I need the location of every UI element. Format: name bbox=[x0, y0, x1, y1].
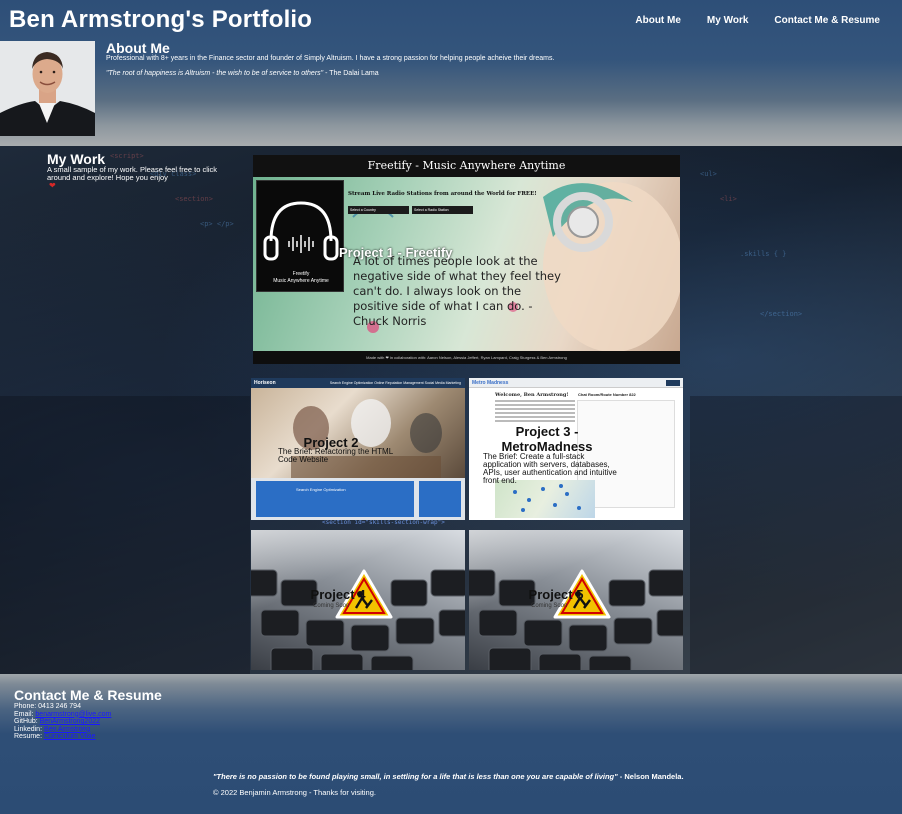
project-5-label: Project 5 bbox=[528, 587, 584, 602]
svg-text:<script>: <script> bbox=[110, 152, 144, 160]
github-link[interactable]: BenArmstrong2022 bbox=[40, 718, 100, 725]
email-label: Email: bbox=[14, 710, 34, 718]
site-title: Ben Armstrong's Portfolio bbox=[9, 6, 313, 33]
nav-my-work[interactable]: My Work bbox=[707, 15, 749, 26]
project-4-card[interactable]: Project 4 Coming Soon bbox=[251, 530, 465, 670]
linkedin-link[interactable]: Ben Armstrong bbox=[44, 726, 90, 733]
metro-madness-nav: Metro Madness bbox=[469, 378, 683, 388]
phone-value: 0413 246 794 bbox=[38, 703, 81, 710]
freetify-panel-text: Freetify Music Anywhere Anytime bbox=[273, 271, 329, 284]
footer-quote: "There is no passion to be found playing… bbox=[213, 772, 684, 781]
welcome-text-block bbox=[495, 400, 575, 424]
email-link[interactable]: benarmstrong@live.com bbox=[35, 711, 111, 718]
freetify-logo-panel: Freetify Music Anywhere Anytime bbox=[256, 180, 344, 292]
horiseon-nav: Horiseon Search Engine Optimization Onlin… bbox=[251, 378, 465, 388]
select-station-dropdown[interactable]: Select a Radio Station bbox=[412, 206, 473, 214]
chuck-norris-quote: A lot of times people look at the negati… bbox=[353, 254, 561, 328]
project-5-brief: Coming Soon bbox=[531, 603, 568, 609]
seo-side-panel bbox=[419, 481, 461, 517]
seo-heading: Search Engine Optimization bbox=[296, 487, 346, 492]
my-work-section: <script> <div class> <section> <p> </p> … bbox=[0, 146, 902, 674]
horiseon-logo: Horiseon bbox=[254, 380, 276, 386]
heart-icon: ❤ bbox=[49, 181, 56, 190]
team-meeting-art bbox=[291, 399, 442, 478]
profile-photo-illustration bbox=[0, 41, 95, 136]
svg-text:<section>: <section> bbox=[175, 195, 213, 203]
svg-text:<section id="skills-section-wr: <section id="skills-section-wrap"> bbox=[322, 519, 445, 526]
github-label: GitHub: bbox=[14, 718, 38, 726]
mandela-quote: "There is no passion to be found playing… bbox=[213, 772, 618, 781]
contact-heading: Contact Me & Resume bbox=[14, 687, 162, 703]
nav-contact-resume[interactable]: Contact Me & Resume bbox=[774, 15, 880, 26]
svg-text:<p> </p>: <p> </p> bbox=[200, 220, 234, 228]
project-3-label: Project 3 - MetroMadness bbox=[501, 424, 593, 454]
logout-button[interactable] bbox=[666, 380, 680, 386]
project-2-brief: The Brief: Refactoring the HTML Code Web… bbox=[278, 447, 393, 464]
welcome-message: Welcome, Ben Armstrong! bbox=[495, 392, 569, 398]
project-1-card[interactable]: Freetify - Music Anywhere Anytime Freeti… bbox=[253, 155, 680, 364]
project-5-card[interactable]: Project 5 Coming Soon bbox=[469, 530, 683, 670]
project-2-card[interactable]: Horiseon Search Engine Optimization Onlin… bbox=[251, 378, 465, 520]
resume-link[interactable]: Curriculum Vitae bbox=[44, 733, 96, 740]
chat-room-title: Chat Room/Route Number 822 bbox=[578, 392, 636, 397]
project-3-brief: The Brief: Create a full-stack applicati… bbox=[483, 452, 617, 485]
contact-phone: Phone: 0413 246 794 bbox=[14, 703, 111, 711]
nav-about-me[interactable]: About Me bbox=[635, 15, 681, 26]
freetify-footer: Made with ❤ in collaboration with: Aaron… bbox=[253, 351, 680, 364]
mandela-author: - Nelson Mandela. bbox=[617, 772, 684, 781]
contact-linkedin: Linkedin: Ben Armstrong bbox=[14, 726, 111, 734]
metro-madness-logo: Metro Madness bbox=[472, 380, 509, 386]
seo-panel: Search Engine Optimization bbox=[256, 481, 414, 517]
map-pins bbox=[513, 484, 581, 512]
site-header: Ben Armstrong's Portfolio About Me My Wo… bbox=[0, 0, 902, 146]
about-quote: "The root of happiness is Altruism - the… bbox=[106, 70, 379, 77]
my-work-intro: A small sample of my work. Please feel f… bbox=[47, 165, 218, 182]
route-map bbox=[495, 480, 595, 518]
project-4-label: Project 4 bbox=[310, 587, 366, 602]
linkedin-label: Linkedin: bbox=[14, 725, 43, 733]
contact-github: GitHub: BenArmstrong2022 bbox=[14, 718, 111, 726]
horiseon-services: Search Engine Optimization bbox=[251, 478, 465, 520]
copyright: © 2022 Benjamin Armstrong - Thanks for v… bbox=[213, 788, 376, 797]
horiseon-links: Search Engine Optimization Online Reputa… bbox=[329, 381, 461, 385]
project-4-brief: Coming Soon bbox=[313, 603, 350, 609]
freetify-site-title: Freetify - Music Anywhere Anytime bbox=[367, 159, 566, 172]
dalai-lama-author: - The Dalai Lama bbox=[323, 70, 379, 77]
team-meeting-photo bbox=[251, 388, 465, 478]
project-3-card[interactable]: Metro Madness Welcome, Ben Armstrong! Ch… bbox=[469, 378, 683, 520]
freetify-tagline: Stream Live Radio Stations from around t… bbox=[348, 191, 537, 197]
profile-photo bbox=[0, 41, 95, 136]
svg-text:<li>: <li> bbox=[720, 195, 737, 203]
resume-label: Resume: bbox=[14, 733, 43, 741]
contact-email: Email: benarmstrong@live.com bbox=[14, 711, 111, 719]
svg-text:</section>: </section> bbox=[760, 310, 802, 318]
phone-label: Phone: bbox=[14, 703, 37, 710]
contact-list: Phone: 0413 246 794 Email: benarmstrong@… bbox=[14, 703, 111, 741]
main-nav: About Me My Work Contact Me & Resume bbox=[635, 15, 880, 26]
about-text: Professional with 8+ years in the Financ… bbox=[106, 55, 555, 62]
select-country-dropdown[interactable]: Select a Country bbox=[348, 206, 409, 214]
contact-section: Contact Me & Resume Phone: 0413 246 794 … bbox=[0, 674, 902, 814]
about-heading: About Me bbox=[106, 40, 170, 56]
contact-resume: Resume: Curriculum Vitae bbox=[14, 733, 111, 741]
dalai-lama-quote: "The root of happiness is Altruism - the… bbox=[106, 70, 324, 77]
svg-text:<ul>: <ul> bbox=[700, 170, 717, 178]
svg-text:.skills { }: .skills { } bbox=[740, 250, 786, 258]
